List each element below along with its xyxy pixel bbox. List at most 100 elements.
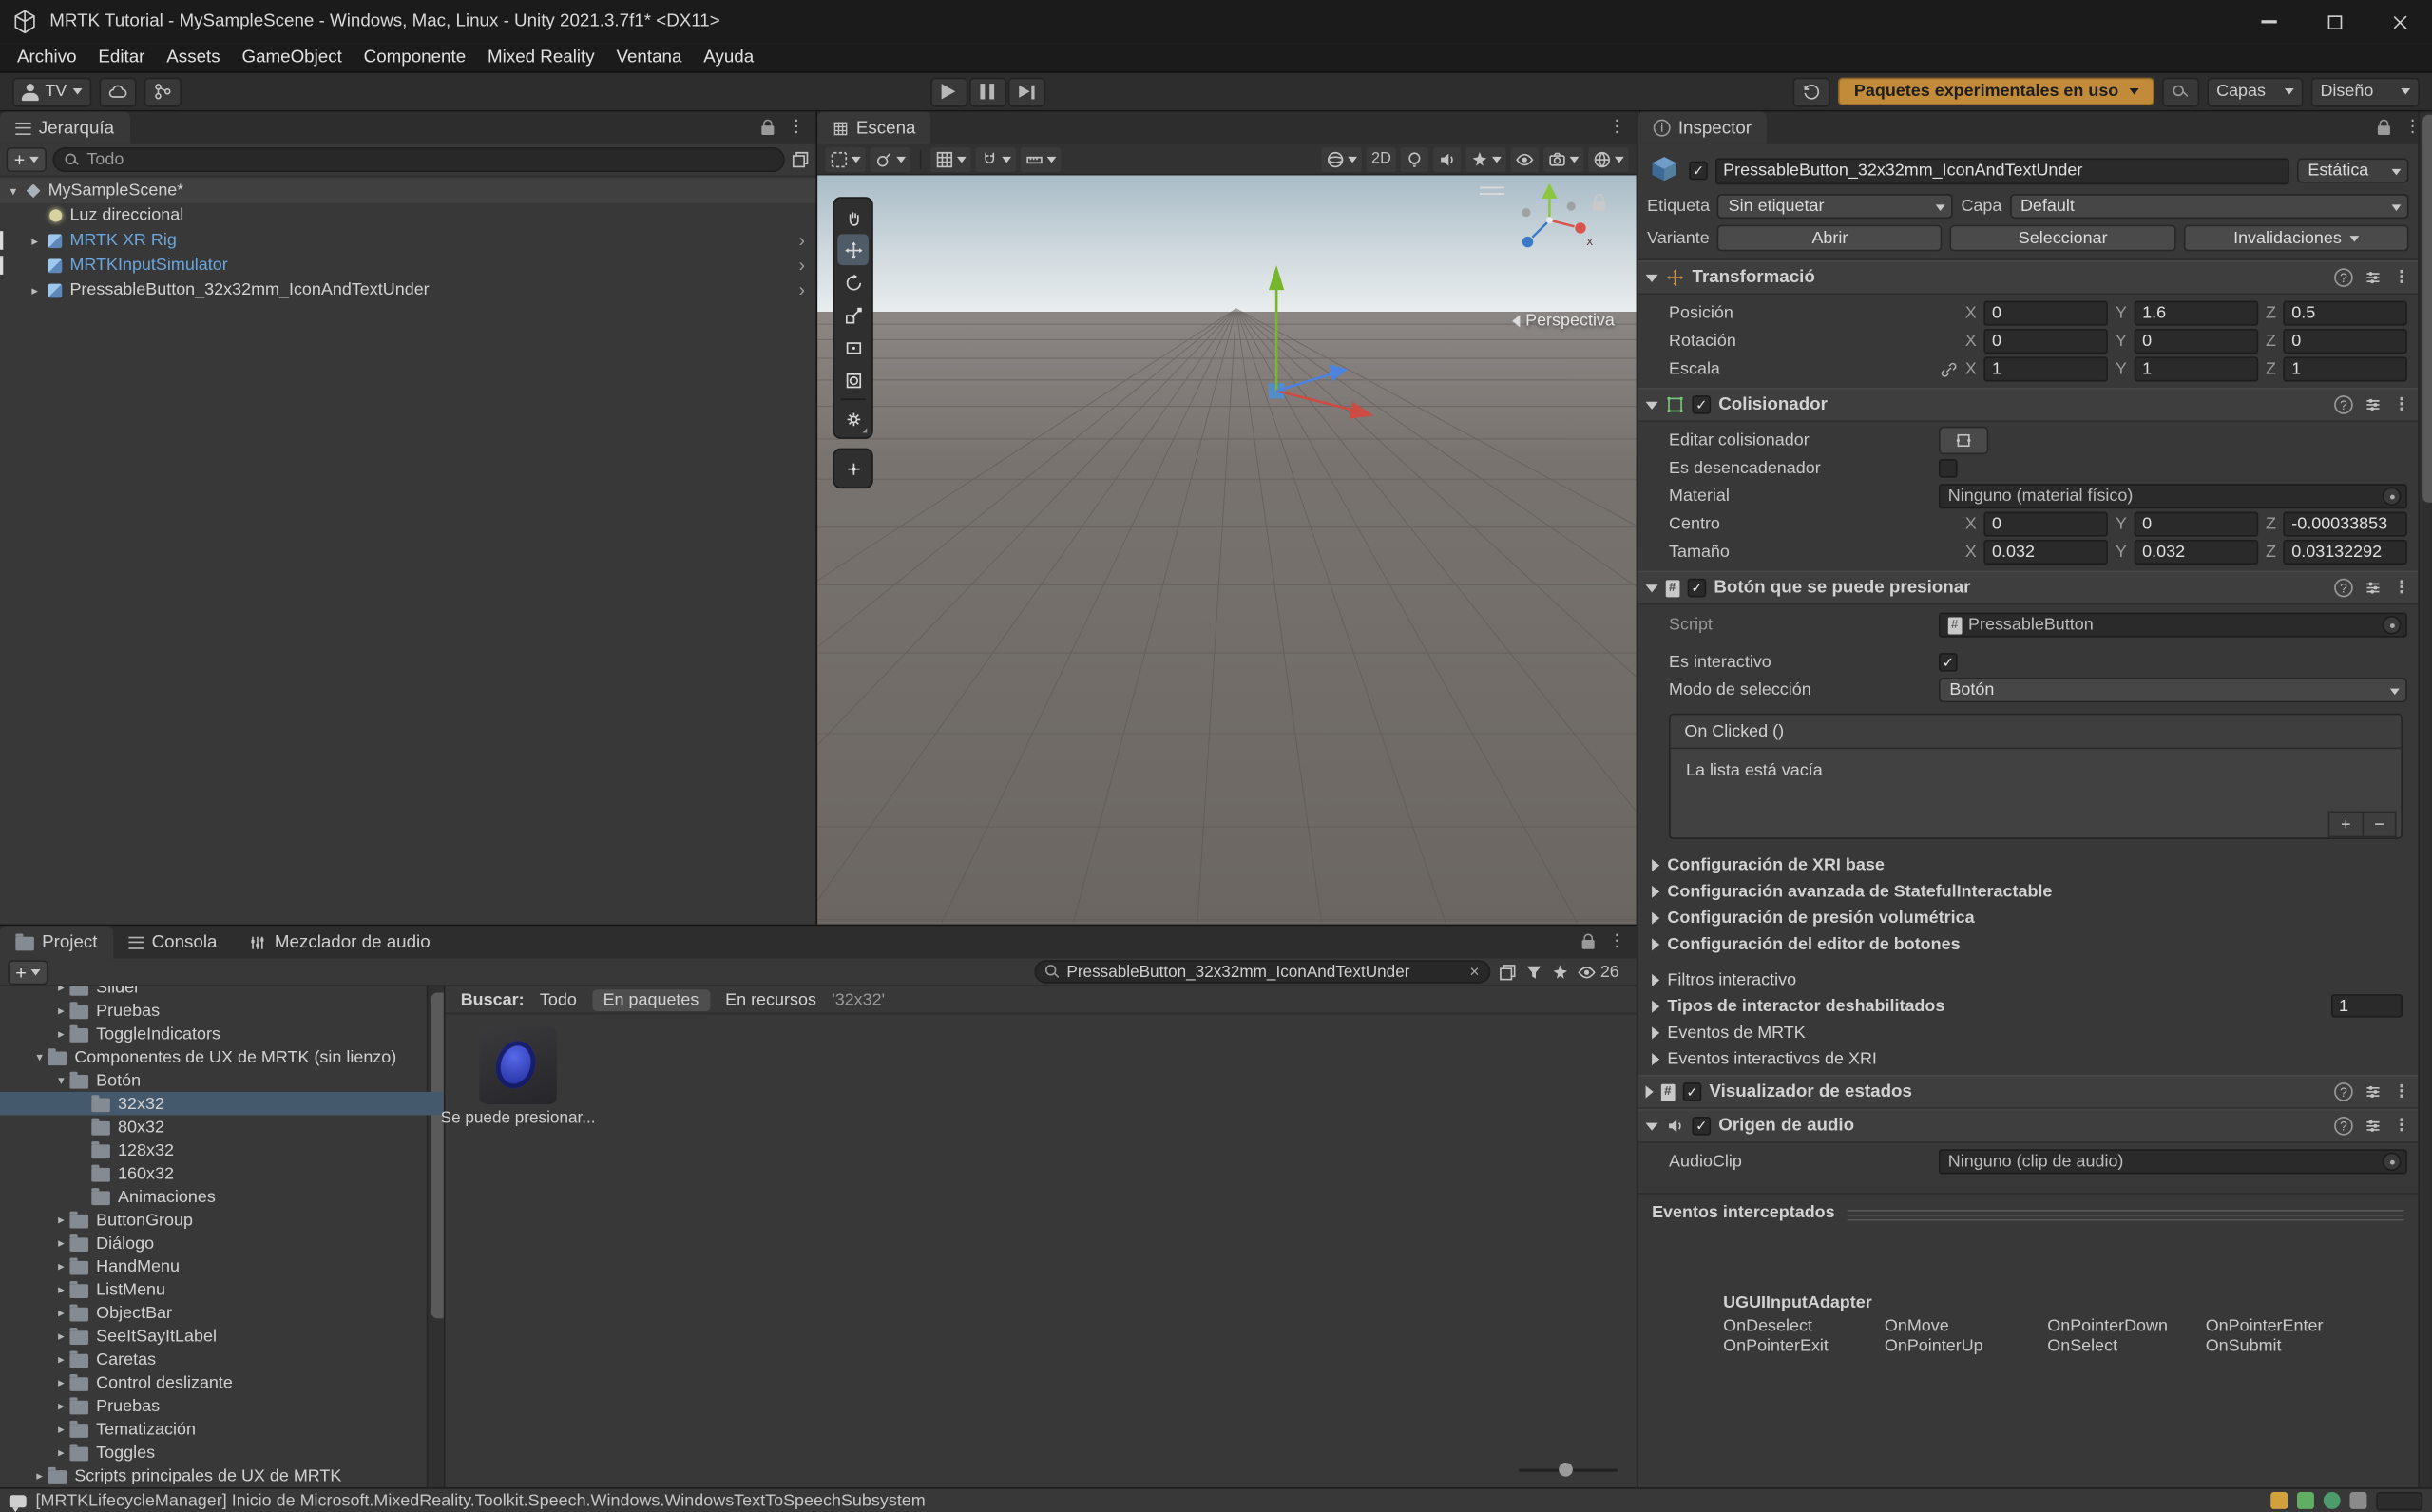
lock-icon[interactable] bbox=[1582, 940, 1595, 949]
audioclip-object-field[interactable]: Ninguno (clip de audio) bbox=[1939, 1149, 2407, 1174]
scope-in-assets[interactable]: En recursos bbox=[725, 990, 816, 1009]
tab-scene[interactable]: Escena bbox=[817, 112, 931, 144]
hand-tool-button[interactable] bbox=[837, 201, 869, 233]
tab-inspector[interactable]: Inspector bbox=[1637, 112, 1767, 144]
folder-item[interactable]: ▸ Control deslizante bbox=[0, 1371, 444, 1394]
is-trigger-checkbox[interactable] bbox=[1939, 459, 1958, 478]
expand-arrow-icon[interactable]: ▸ bbox=[25, 234, 45, 248]
scrollbar-thumb[interactable] bbox=[2422, 115, 2432, 503]
expand-arrow-icon[interactable]: ▸ bbox=[25, 283, 45, 297]
folder-item[interactable]: ▸ ObjectBar bbox=[0, 1301, 444, 1324]
z-field[interactable]: 0.03132292 bbox=[2284, 540, 2407, 565]
menu-item[interactable]: Assets bbox=[156, 44, 231, 71]
help-icon[interactable] bbox=[2334, 579, 2353, 598]
open-prefab-chevron[interactable]: › bbox=[791, 279, 813, 301]
folder-item[interactable]: ▾ Componentes de UX de MRTK (sin lienzo) bbox=[0, 1045, 444, 1068]
camera-settings-button[interactable] bbox=[1543, 146, 1583, 171]
component-menu-icon[interactable] bbox=[2393, 580, 2410, 597]
close-button[interactable] bbox=[2366, 0, 2432, 44]
y-field[interactable]: 1.6 bbox=[2135, 301, 2258, 326]
add-gameobject-button[interactable]: + bbox=[7, 147, 47, 172]
x-field[interactable]: 0.032 bbox=[1984, 540, 2108, 565]
hierarchy-item[interactable]: ▸ PressableButton_32x32mm_IconAndTextUnd… bbox=[0, 278, 815, 302]
foldout-row[interactable]: Eventos de MRTK bbox=[1637, 1019, 2418, 1045]
prefab-select-button[interactable]: Seleccionar bbox=[1950, 225, 2175, 252]
foldout-row[interactable]: Filtros interactivo bbox=[1637, 967, 2418, 993]
favorites-star-icon[interactable] bbox=[1551, 963, 1570, 982]
folder-item[interactable]: ▸ Pruebas bbox=[0, 999, 444, 1022]
layout-dropdown[interactable]: Diseño bbox=[2311, 77, 2420, 106]
component-enabled-checkbox[interactable] bbox=[1693, 395, 1712, 414]
undo-history-button[interactable] bbox=[1793, 77, 1830, 106]
rect-tool-button[interactable] bbox=[837, 332, 869, 363]
thumbnail-zoom-slider[interactable] bbox=[1519, 1461, 1618, 1480]
2d-toggle[interactable]: 2D bbox=[1367, 146, 1396, 171]
foldout-open-icon[interactable] bbox=[1646, 584, 1658, 591]
audio-toggle[interactable] bbox=[1433, 146, 1461, 171]
version-control-button[interactable] bbox=[144, 77, 182, 106]
search-button[interactable] bbox=[2162, 77, 2199, 106]
folder-item[interactable]: 160x32 bbox=[0, 1161, 444, 1184]
menu-item[interactable]: Ayuda bbox=[693, 44, 765, 71]
gizmos-button[interactable] bbox=[1588, 146, 1628, 171]
tab-hierarchy[interactable]: Jerarquía bbox=[0, 112, 129, 144]
object-picker-icon[interactable] bbox=[2383, 1153, 2402, 1172]
component-header-state-visualizer[interactable]: Visualizador de estados bbox=[1637, 1075, 2418, 1109]
perspective-indicator[interactable]: Perspectiva bbox=[1511, 312, 1615, 331]
experimental-packages-button[interactable]: Paquetes experimentales en uso bbox=[1839, 78, 2154, 105]
component-header-pressable-button[interactable]: Botón que se puede presionar bbox=[1637, 571, 2418, 605]
inspector-scrollbar[interactable] bbox=[2418, 112, 2432, 1488]
maximize-button[interactable] bbox=[2302, 0, 2367, 44]
folder-item[interactable]: ▸ Pruebas bbox=[0, 1394, 444, 1417]
help-icon[interactable] bbox=[2334, 1082, 2353, 1101]
increment-snap-button[interactable] bbox=[1021, 146, 1061, 171]
folder-item[interactable]: ▾ Botón bbox=[0, 1068, 444, 1091]
lock-icon[interactable] bbox=[761, 125, 774, 135]
x-field[interactable]: 0 bbox=[1984, 329, 2108, 354]
draw-mode-button[interactable] bbox=[871, 146, 910, 171]
active-checkbox[interactable] bbox=[1689, 162, 1708, 181]
minimize-button[interactable] bbox=[2236, 0, 2302, 44]
panel-menu-icon[interactable] bbox=[788, 120, 805, 137]
add-asset-button[interactable]: + bbox=[8, 959, 48, 984]
account-button[interactable]: TV bbox=[12, 77, 91, 106]
help-icon[interactable] bbox=[2334, 268, 2353, 287]
help-icon[interactable] bbox=[2334, 1117, 2353, 1136]
expand-arrow-icon[interactable]: ▸ bbox=[52, 986, 69, 994]
edit-collider-button[interactable] bbox=[1939, 427, 1988, 454]
folder-item[interactable]: ▸ ButtonGroup bbox=[0, 1208, 444, 1231]
y-field[interactable]: 0 bbox=[2135, 329, 2258, 354]
connection-status-icon[interactable] bbox=[2297, 1492, 2314, 1509]
static-dropdown[interactable]: Estática bbox=[2297, 158, 2409, 182]
z-field[interactable]: 1 bbox=[2284, 356, 2407, 381]
rotate-tool-button[interactable] bbox=[837, 267, 869, 298]
expand-arrow-icon[interactable]: ▸ bbox=[31, 1469, 48, 1483]
expand-arrow-icon[interactable]: ▸ bbox=[52, 1399, 69, 1413]
folder-item[interactable]: ▸ ToggleIndicators bbox=[0, 1022, 444, 1044]
folder-item[interactable]: ▸ HandMenu bbox=[0, 1254, 444, 1277]
component-enabled-checkbox[interactable] bbox=[1683, 1082, 1702, 1101]
component-enabled-checkbox[interactable] bbox=[1688, 579, 1707, 598]
expand-arrow-icon[interactable]: ▸ bbox=[52, 1306, 69, 1320]
material-object-field[interactable]: Ninguno (material físico) bbox=[1939, 484, 2407, 508]
hierarchy-item[interactable]: Luz direccional bbox=[0, 203, 815, 228]
preset-icon[interactable] bbox=[2364, 395, 2383, 414]
pause-button[interactable] bbox=[969, 77, 1006, 106]
component-menu-icon[interactable] bbox=[2393, 1083, 2410, 1101]
foldout-row[interactable]: Configuración de XRI base bbox=[1637, 852, 2418, 878]
component-menu-icon[interactable] bbox=[2393, 1118, 2410, 1135]
scene-visibility-toggle[interactable] bbox=[1511, 146, 1539, 171]
move-tool-button[interactable] bbox=[837, 234, 869, 265]
pivot-toggle-button[interactable] bbox=[837, 453, 869, 485]
uniform-scale-link-icon[interactable] bbox=[1941, 360, 1958, 377]
scene-canvas[interactable]: x bbox=[817, 175, 1637, 924]
component-header-transform[interactable]: Transformació bbox=[1637, 260, 2418, 295]
hierarchy-search-input[interactable]: Todo bbox=[53, 147, 785, 172]
expand-arrow-icon[interactable]: ▸ bbox=[52, 1423, 69, 1437]
foldout-row[interactable]: Configuración avanzada de StatefulIntera… bbox=[1637, 878, 2418, 905]
x-field[interactable]: 0 bbox=[1984, 301, 2108, 326]
component-menu-icon[interactable] bbox=[2393, 269, 2410, 286]
folder-item[interactable]: ▸ Scripts principales de UX de MRTK bbox=[0, 1464, 444, 1487]
menu-item[interactable]: Ventana bbox=[605, 44, 693, 71]
z-field[interactable]: 0 bbox=[2284, 329, 2407, 354]
